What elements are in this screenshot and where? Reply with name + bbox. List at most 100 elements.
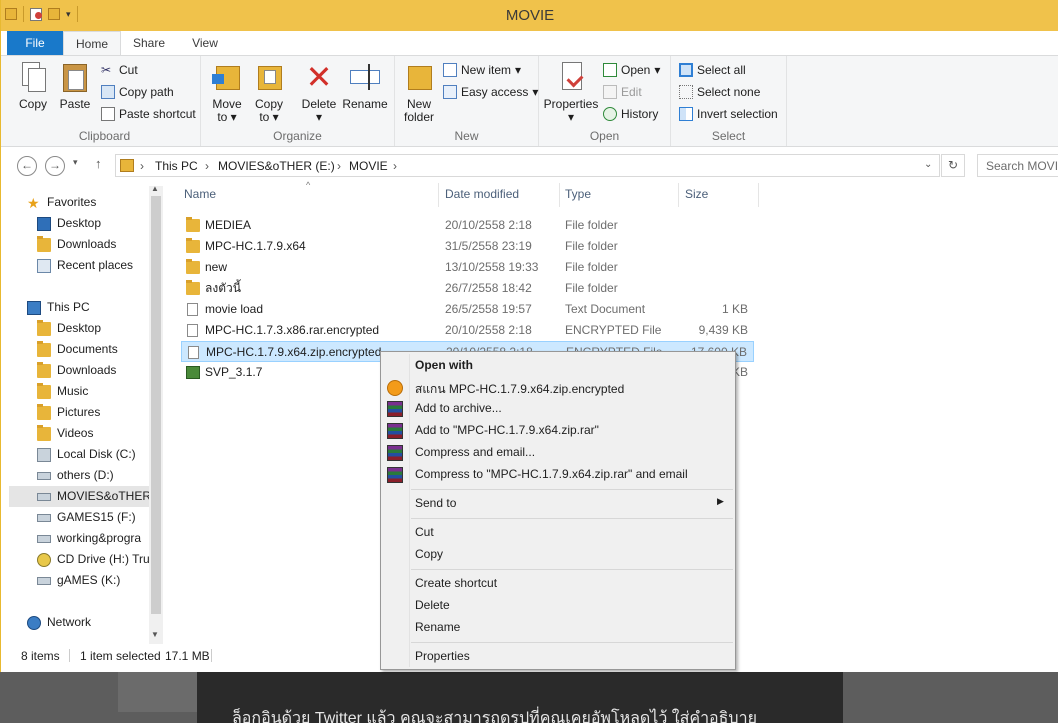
column-divider[interactable] [758,183,759,207]
column-header-name[interactable]: Name [184,187,216,201]
breadcrumb-this-pc[interactable]: This PC [155,159,198,173]
menu-copy[interactable]: Copy [415,547,443,561]
search-input[interactable]: Search MOVIE [977,154,1058,177]
tab-home[interactable]: Home [63,31,121,55]
file-row[interactable]: MEDIEA 20/10/2558 2:18 File folder [181,215,754,236]
address-box[interactable]: › This PC › MOVIES&oTHER (E:) › MOVIE › … [115,154,940,177]
nav-drive-k[interactable]: gAMES (K:) [37,570,120,591]
breadcrumb-drive[interactable]: MOVIES&oTHER (E:) [218,159,335,173]
select-all-button[interactable]: Select all [679,63,746,77]
nav-this-pc-label: This PC [47,300,90,314]
paste-label: Paste [59,97,91,111]
menu-properties[interactable]: Properties [415,649,470,663]
file-row[interactable]: ลงตัวนี้ 26/7/2558 18:42 File folder [181,278,754,299]
nav-fav-downloads[interactable]: Downloads [37,234,116,255]
new-item-button[interactable]: New item ▾ [443,63,521,77]
edit-icon [603,85,617,99]
forward-button[interactable]: → [45,156,65,176]
copy-path-button[interactable]: Copy path [101,85,174,99]
nav-this-pc[interactable]: This PC [27,297,90,318]
invert-selection-button[interactable]: Invert selection [679,107,778,121]
select-none-button[interactable]: Select none [679,85,760,99]
copy-to-button[interactable]: Copy to ▾ [249,60,289,124]
open-button[interactable]: Open ▾ [603,63,660,77]
menu-scan[interactable]: สแกน MPC-HC.1.7.9.x64.zip.encrypted [415,380,624,399]
address-dropdown-icon[interactable]: ⌄ [924,159,932,170]
nav-network[interactable]: Network [27,612,91,633]
back-button[interactable]: ← [17,156,37,176]
winrar-icon [387,401,403,417]
file-type: Text Document [565,302,646,316]
file-row[interactable]: movie load 26/5/2558 19:57 Text Document… [181,299,754,320]
paste-shortcut-button[interactable]: Paste shortcut [101,107,196,121]
menu-delete[interactable]: Delete [415,598,450,612]
delete-button[interactable]: ✕ Delete ▾ [297,60,341,124]
nav-drive-g[interactable]: working&progra [37,528,141,549]
file-row[interactable]: new 13/10/2558 19:33 File folder [181,257,754,278]
background-text: ล็อกอินด้วย Twitter แล้ว คุณจะสามารถดูรู… [232,710,757,723]
nav-pc-music[interactable]: Music [37,381,88,402]
menu-rename[interactable]: Rename [415,620,460,634]
rename-button[interactable]: Rename [341,60,389,111]
nav-drive-c[interactable]: Local Disk (C:) [37,444,136,465]
menu-add-to-archive[interactable]: Add to archive... [415,401,502,415]
menu-add-to-rar[interactable]: Add to "MPC-HC.1.7.9.x64.zip.rar" [415,423,599,437]
nav-favorites[interactable]: ★ Favorites [27,192,96,213]
tab-file[interactable]: File [7,31,63,55]
file-row[interactable]: MPC-HC.1.7.3.x86.rar.encrypted 20/10/255… [181,320,754,341]
column-header-size[interactable]: Size [685,187,708,201]
scroll-down-icon[interactable]: ▼ [151,630,159,639]
nav-fav-desktop[interactable]: Desktop [37,213,101,234]
nav-pc-downloads[interactable]: Downloads [37,360,116,381]
nav-pc-videos[interactable]: Videos [37,423,93,444]
move-to-button[interactable]: Move to ▾ [207,60,247,124]
antivirus-icon [387,380,403,396]
menu-compress-email[interactable]: Compress and email... [415,445,535,459]
column-header-type[interactable]: Type [565,187,591,201]
recent-locations-button[interactable]: ▾ [73,157,78,168]
history-button[interactable]: History [603,107,658,121]
file-row[interactable]: MPC-HC.1.7.9.x64 31/5/2558 23:19 File fo… [181,236,754,257]
scroll-up-icon[interactable]: ▲ [151,184,159,193]
nav-drive-f[interactable]: GAMES15 (F:) [37,507,136,528]
menu-send-to[interactable]: Send to [415,496,456,510]
nav-pc-pictures[interactable]: Pictures [37,402,100,423]
nav-drive-d[interactable]: others (D:) [37,465,114,486]
cut-button[interactable]: ✂ Cut [101,63,138,77]
refresh-button[interactable]: ↻ [941,154,965,177]
nav-pc-desktop[interactable]: Desktop [37,318,101,339]
paste-button[interactable]: Paste [55,60,95,111]
properties-button[interactable]: Properties ▾ [543,60,599,124]
new-folder-button[interactable]: New folder [399,60,439,124]
column-divider[interactable] [678,183,679,207]
column-divider[interactable] [438,183,439,207]
menu-open-with[interactable]: Open with [415,358,473,372]
menu-compress-rar-email[interactable]: Compress to "MPC-HC.1.7.9.x64.zip.rar" a… [415,467,688,481]
menu-cut[interactable]: Cut [415,525,434,539]
nav-scrollbar[interactable]: ▲ ▼ [149,184,163,644]
nav-item-label: GAMES15 (F:) [57,510,136,524]
address-bar-row: ← → ▾ ↑ › This PC › MOVIES&oTHER (E:) › … [1,152,1058,178]
copy-button[interactable]: Copy [13,60,53,111]
easy-access-button[interactable]: Easy access ▾ [443,85,538,99]
column-divider[interactable] [559,183,560,207]
chevron-right-icon: › [337,159,341,173]
breadcrumb-movie[interactable]: MOVIE [349,159,388,173]
column-header-date[interactable]: Date modified [445,187,519,201]
file-name: MPC-HC.1.7.9.x64 [205,239,306,253]
tab-view[interactable]: View [181,31,229,55]
nav-item-label: Music [57,384,89,398]
folder-icon [186,217,200,232]
select-all-label: Select all [697,63,746,77]
scroll-thumb[interactable] [151,196,161,614]
properties-icon [554,60,588,94]
nav-drive-e[interactable]: MOVIES&oTHER [9,486,149,507]
up-button[interactable]: ↑ [95,156,102,171]
edit-button[interactable]: Edit [603,85,642,99]
tab-share[interactable]: Share [125,31,173,55]
nav-fav-recent[interactable]: Recent places [37,255,133,276]
nav-drive-h[interactable]: CD Drive (H:) Tru [37,549,149,570]
menu-create-shortcut[interactable]: Create shortcut [415,576,497,590]
nav-pc-documents[interactable]: Documents [37,339,118,360]
folder-icon [186,238,200,253]
